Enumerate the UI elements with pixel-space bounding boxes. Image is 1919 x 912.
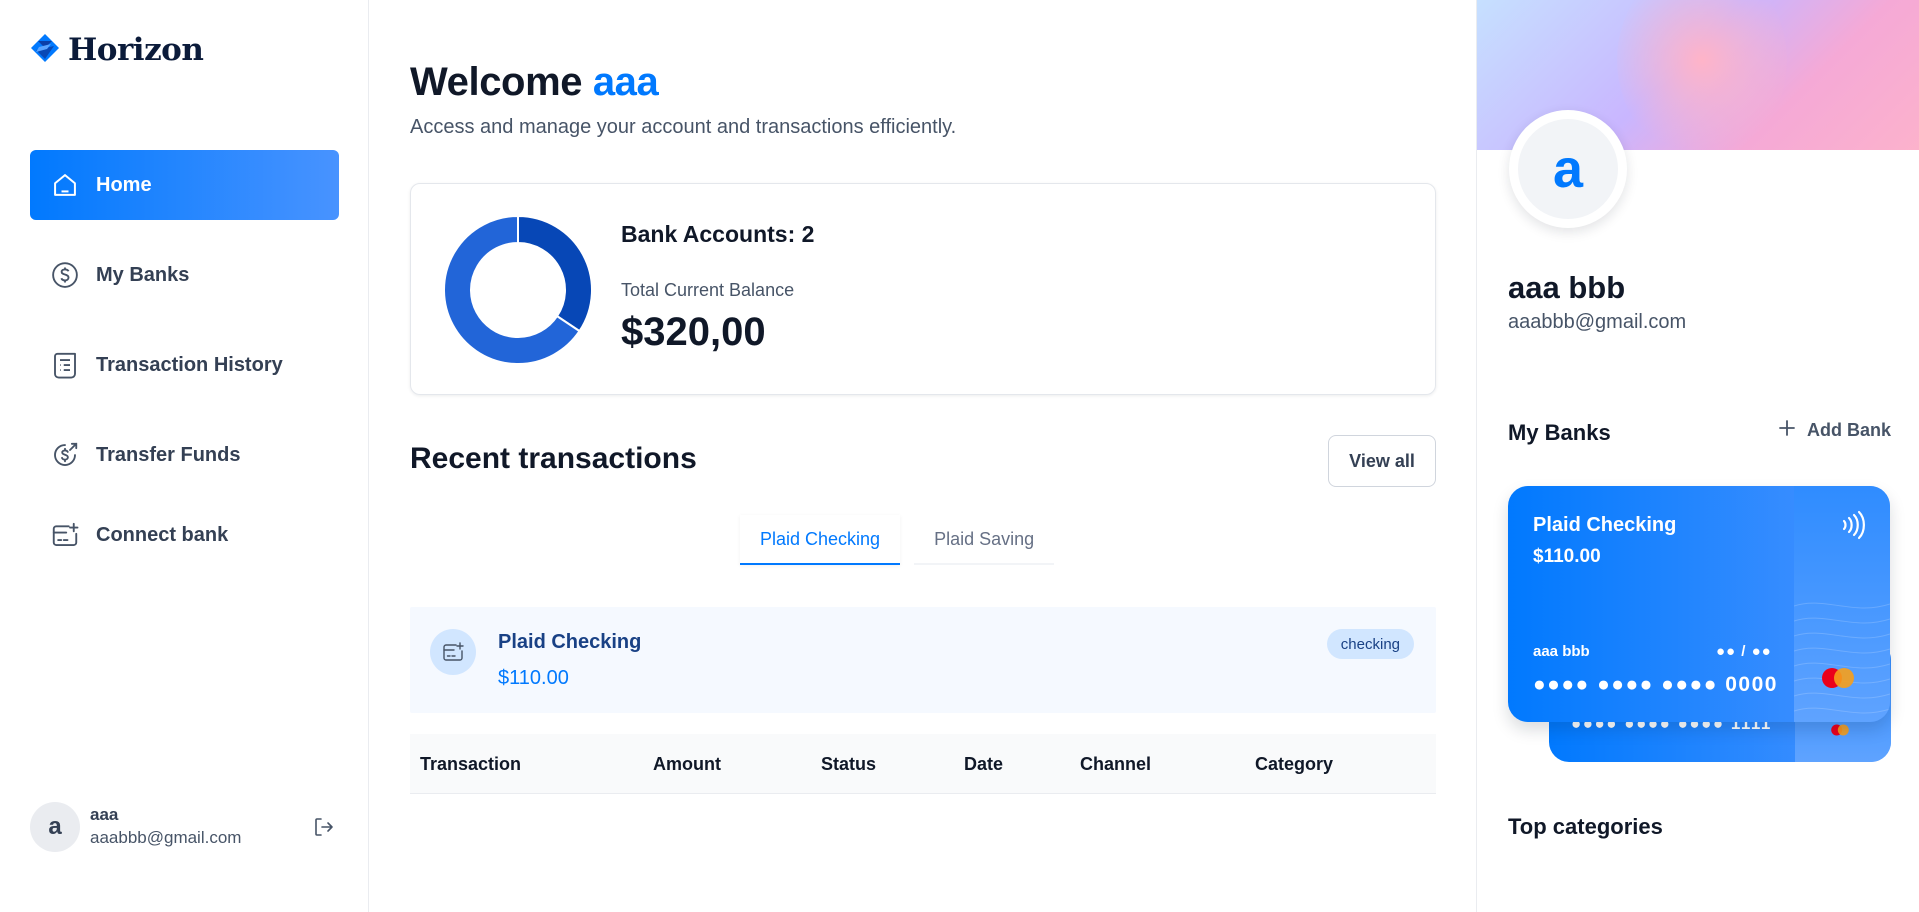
left-sidebar: Horizon Home My Banks Transaction Histor… <box>0 0 369 912</box>
column-header-status: Status <box>821 753 877 774</box>
card-expiry: ●● / ●● <box>1716 643 1772 660</box>
transactions-table-header: Transaction Amount Status Date Channel C… <box>410 734 1436 794</box>
footer-user-email: aaabbb@gmail.com <box>90 828 242 847</box>
main-nav: Home My Banks Transaction History Transf… <box>30 150 339 590</box>
profile-avatar-initial: a <box>1518 119 1618 219</box>
recent-transactions-title: Recent transactions <box>410 442 697 475</box>
nav-label-home: Home <box>96 173 152 196</box>
nav-item-my-banks[interactable]: My Banks <box>30 240 339 310</box>
horizon-logo-icon <box>30 33 60 68</box>
bank-tabs: Plaid Checking Plaid Saving <box>740 515 1055 565</box>
money-send-icon <box>50 440 80 470</box>
greeting-user-name: aaa <box>592 60 659 104</box>
sidebar-footer: a aaa aaabbb@gmail.com <box>30 801 339 853</box>
logo[interactable]: Horizon <box>30 32 204 68</box>
greeting-text: Welcome <box>410 60 583 104</box>
profile-email: aaabbb@gmail.com <box>1508 311 1687 333</box>
card-bank-name: Plaid Checking <box>1533 514 1677 536</box>
mastercard-icon <box>1822 668 1854 688</box>
receipt-icon <box>50 350 80 380</box>
logout-icon[interactable] <box>309 812 339 842</box>
tab-plaid-checking[interactable]: Plaid Checking <box>740 515 901 565</box>
total-balance-label: Total Current Balance <box>621 280 795 300</box>
bank-info-amount: $110.00 <box>498 667 569 689</box>
page-title: Welcome aaa <box>410 60 659 105</box>
bank-info-card[interactable]: Plaid Checking $110.00 checking <box>410 607 1436 713</box>
card-icon <box>430 629 476 675</box>
card-holder-name: aaa bbb <box>1533 643 1590 660</box>
account-type-badge: checking <box>1326 629 1414 659</box>
brand-name: Horizon <box>68 32 204 68</box>
column-header-amount: Amount <box>653 753 721 774</box>
profile-name: aaa bbb <box>1508 270 1626 305</box>
card-balance: $110.00 <box>1533 546 1601 567</box>
bank-accounts-count: Bank Accounts: 2 <box>621 221 815 247</box>
right-sidebar: a aaa bbb aaabbb@gmail.com My Banks Add … <box>1476 0 1919 912</box>
nav-label-transaction-history: Transaction History <box>96 353 283 376</box>
card-number: ●●●● ●●●● ●●●● 0000 <box>1533 673 1778 696</box>
add-bank-label: Add Bank <box>1807 420 1892 440</box>
nav-item-transfer-funds[interactable]: Transfer Funds <box>30 420 339 490</box>
profile-avatar[interactable]: a <box>1509 110 1627 228</box>
total-balance-box: Bank Accounts: 2 Total Current Balance $… <box>410 183 1436 395</box>
bank-card-primary[interactable]: Plaid Checking $110.00 aaa bbb ●● / ●● ●… <box>1508 486 1890 722</box>
dollar-circle-icon <box>50 260 80 290</box>
column-header-date: Date <box>964 753 1004 774</box>
nav-item-connect-bank[interactable]: Connect bank <box>30 500 339 570</box>
column-header-category: Category <box>1255 753 1334 774</box>
home-icon <box>50 170 80 200</box>
card-add-icon <box>50 520 80 550</box>
column-header-transaction: Transaction <box>420 753 522 774</box>
nav-item-transaction-history[interactable]: Transaction History <box>30 330 339 400</box>
mastercard-icon <box>1831 724 1849 736</box>
top-categories-title: Top categories <box>1508 814 1663 839</box>
avatar[interactable]: a <box>30 802 80 852</box>
contactless-icon <box>1842 510 1865 540</box>
column-header-channel: Channel <box>1080 753 1152 774</box>
view-all-button[interactable]: View all <box>1328 435 1436 487</box>
nav-label-connect-bank: Connect bank <box>96 523 229 546</box>
main-content: Welcome aaa Access and manage your accou… <box>370 0 1476 912</box>
add-bank-button[interactable]: Add Bank <box>1777 418 1891 443</box>
total-balance-value: $320,00 <box>621 310 766 354</box>
bank-info-name: Plaid Checking <box>498 631 642 653</box>
nav-label-transfer-funds: Transfer Funds <box>96 443 241 466</box>
my-banks-title: My Banks <box>1508 420 1611 445</box>
tab-plaid-saving[interactable]: Plaid Saving <box>914 515 1055 565</box>
footer-user-info: aaa aaabbb@gmail.com <box>90 804 309 850</box>
plus-icon <box>1777 418 1797 443</box>
nav-item-home[interactable]: Home <box>30 150 339 220</box>
nav-label-my-banks: My Banks <box>96 263 190 286</box>
footer-user-name: aaa <box>90 805 119 824</box>
balance-donut-chart <box>443 215 593 365</box>
page-subtitle: Access and manage your account and trans… <box>410 116 957 138</box>
donut-slice-0 <box>517 215 593 333</box>
